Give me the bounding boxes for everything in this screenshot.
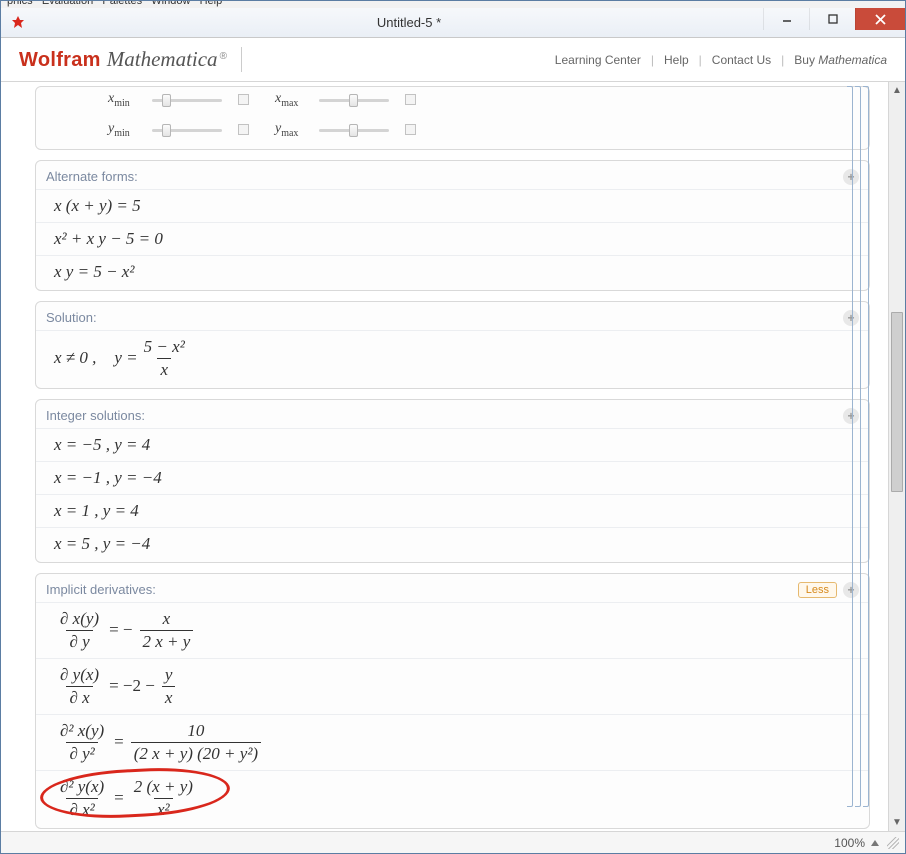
separator: |: [699, 53, 702, 67]
maximize-button[interactable]: [809, 8, 855, 30]
pod-title: Implicit derivatives:: [46, 582, 156, 597]
label-ymax: ymax: [275, 121, 313, 139]
integer-solution-row: x = −1 , y = −4: [36, 461, 869, 494]
expand-icon[interactable]: +: [843, 310, 859, 326]
plot-range-pod: xmin xmax ymin ymax: [35, 86, 870, 150]
pod-title: Solution:: [46, 310, 97, 325]
pod-alternate-forms: Alternate forms: + x (x + y) = 5 x² + x …: [35, 160, 870, 291]
status-bar: 100%: [1, 831, 905, 853]
menubar: phics Evaluation Palettes Window Help: [1, 1, 905, 8]
pod-implicit-derivatives: Implicit derivatives: Less + ∂ x(y)∂ y =…: [35, 573, 870, 829]
expand-icon[interactable]: +: [843, 582, 859, 598]
label-xmin: xmin: [108, 91, 146, 109]
slider-xmax[interactable]: [319, 93, 389, 107]
titlebar: Untitled-5 *: [1, 8, 905, 38]
link-buy[interactable]: Buy Mathematica: [794, 53, 887, 67]
vertical-scrollbar[interactable]: ▲ ▼: [888, 82, 905, 831]
separator: |: [651, 53, 654, 67]
app-icon: [9, 14, 27, 32]
scroll-down-icon[interactable]: ▼: [889, 814, 905, 831]
zoom-level[interactable]: 100%: [834, 836, 865, 850]
close-button[interactable]: [855, 8, 905, 30]
pod-title: Alternate forms:: [46, 169, 138, 184]
slider-xmax-step[interactable]: [405, 94, 416, 105]
slider-xmin-step[interactable]: [238, 94, 249, 105]
expand-icon[interactable]: +: [843, 169, 859, 185]
brand-word1: Wolfram: [19, 49, 101, 72]
brand-bar: Wolfram Mathematica ® Learning Center | …: [1, 38, 905, 82]
scrollbar-thumb[interactable]: [891, 312, 903, 492]
link-contact-us[interactable]: Contact Us: [712, 53, 771, 67]
integer-solution-row: x = 5 , y = −4: [36, 527, 869, 560]
pod-integer-solutions: Integer solutions: + x = −5 , y = 4 x = …: [35, 399, 870, 563]
slider-ymax[interactable]: [319, 123, 389, 137]
expand-icon[interactable]: +: [843, 408, 859, 424]
slider-ymin-step[interactable]: [238, 124, 249, 135]
header-links: Learning Center | Help | Contact Us | Bu…: [555, 53, 887, 67]
integer-solution-row: x = −5 , y = 4: [36, 428, 869, 461]
brand-word2: Mathematica: [107, 47, 218, 72]
derivative-row-highlighted: ∂² y(x)∂ x² = 2 (x + y)x²: [36, 770, 869, 826]
less-button[interactable]: Less: [798, 582, 837, 598]
notebook-content[interactable]: xmin xmax ymin ymax: [1, 82, 888, 831]
derivative-row: ∂² x(y)∂ y² = 10(2 x + y) (20 + y²): [36, 714, 869, 770]
slider-row-y: ymin ymax: [36, 117, 869, 147]
window-title: Untitled-5 *: [33, 15, 785, 30]
solution-row: x ≠ 0 , y = 5 − x² x: [36, 330, 869, 386]
pod-solution: Solution: + x ≠ 0 , y = 5 − x² x: [35, 301, 870, 389]
derivative-row: ∂ y(x)∂ x = −2 − yx: [36, 658, 869, 714]
link-help[interactable]: Help: [664, 53, 689, 67]
minimize-button[interactable]: [763, 8, 809, 30]
link-learning-center[interactable]: Learning Center: [555, 53, 641, 67]
window-controls: [763, 8, 905, 30]
pod-title: Integer solutions:: [46, 408, 145, 423]
alternate-form-row: x² + x y − 5 = 0: [36, 222, 869, 255]
label-xmax: xmax: [275, 91, 313, 109]
slider-ymin[interactable]: [152, 123, 222, 137]
app-window: phics Evaluation Palettes Window Help Un…: [0, 0, 906, 854]
resize-grip-icon[interactable]: [887, 837, 899, 849]
scroll-up-icon[interactable]: ▲: [889, 82, 905, 99]
slider-ymax-step[interactable]: [405, 124, 416, 135]
alternate-form-row: x y = 5 − x²: [36, 255, 869, 288]
brand-logo: Wolfram Mathematica ®: [19, 47, 242, 72]
label-ymin: ymin: [108, 121, 146, 139]
zoom-menu-icon[interactable]: [871, 840, 879, 846]
separator: |: [781, 53, 784, 67]
slider-xmin[interactable]: [152, 93, 222, 107]
trademark-icon: ®: [220, 51, 227, 62]
integer-solution-row: x = 1 , y = 4: [36, 494, 869, 527]
alternate-form-row: x (x + y) = 5: [36, 189, 869, 222]
derivative-row: ∂ x(y)∂ y = − x2 x + y: [36, 602, 869, 658]
slider-row-x: xmin xmax: [36, 87, 869, 117]
